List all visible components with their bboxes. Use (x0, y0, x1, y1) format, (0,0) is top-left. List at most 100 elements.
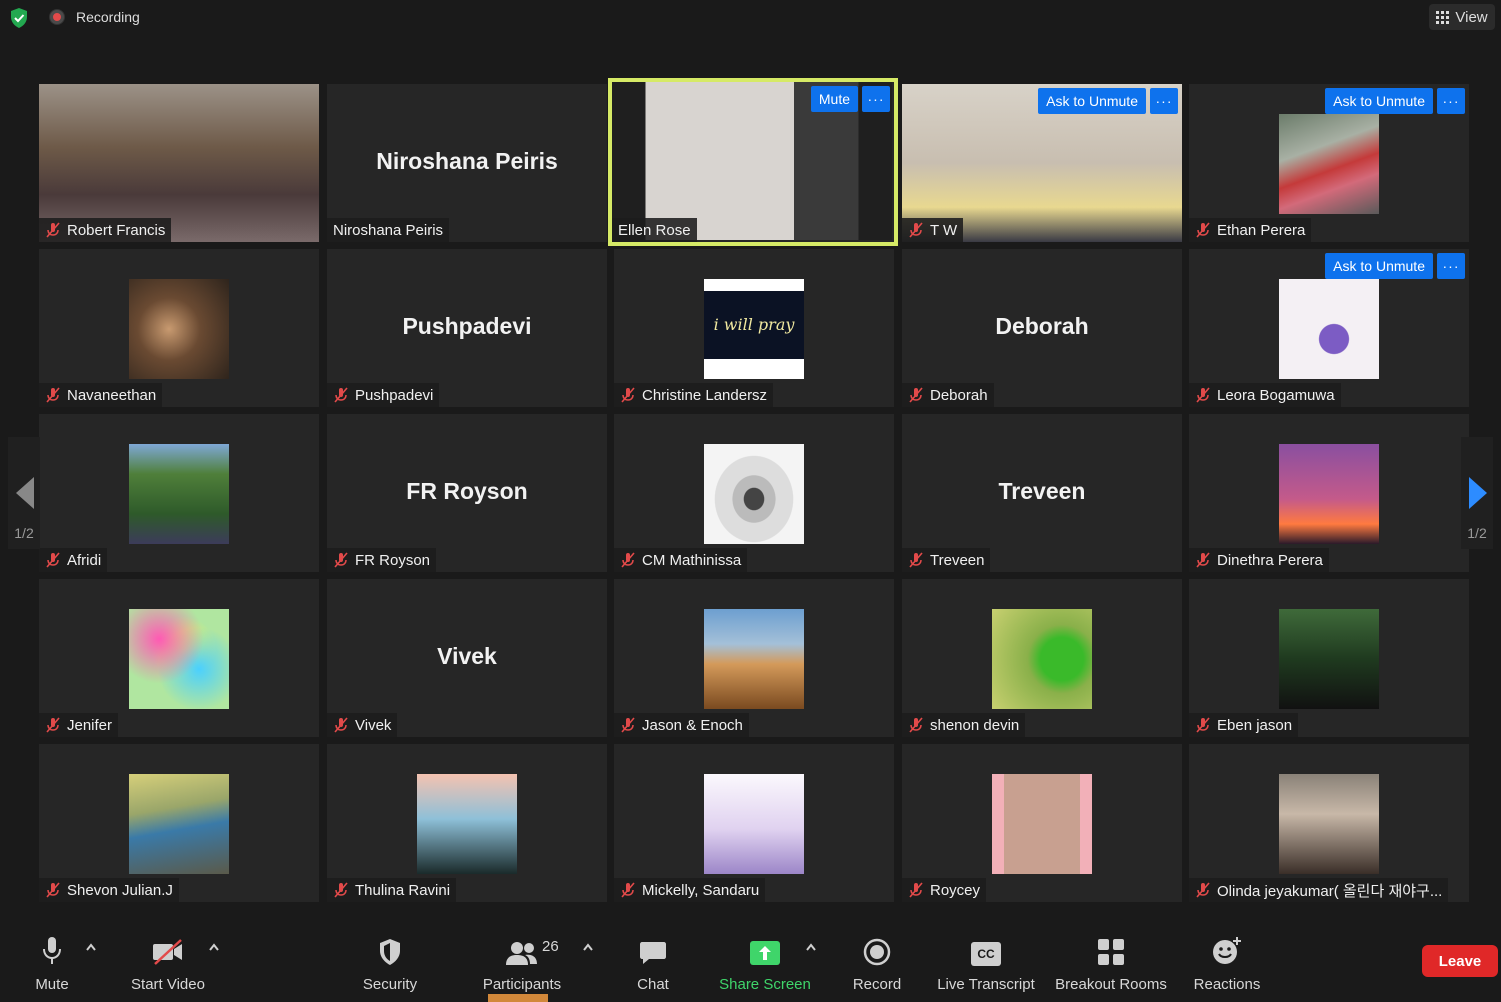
participant-tile[interactable]: T W Ask to Unmute ··· (902, 84, 1182, 242)
participant-tile[interactable]: Ellen Rose Mute ··· (608, 78, 898, 246)
participant-name-label: T W (902, 218, 964, 242)
more-options-button[interactable]: ··· (1437, 88, 1465, 114)
participant-tile[interactable]: Leora Bogamuwa Ask to Unmute ··· (1189, 249, 1469, 407)
video-options-caret-icon[interactable] (208, 942, 220, 952)
microphone-icon (43, 937, 61, 964)
breakout-rooms-label: Breakout Rooms (1055, 976, 1167, 993)
participant-name-label: CM Mathinissa (614, 548, 748, 572)
participant-name: Robert Francis (67, 221, 166, 239)
participant-name: Pushpadevi (355, 386, 434, 404)
microphone-muted-icon (1196, 882, 1210, 898)
participant-tile[interactable]: Thulina Ravini (327, 744, 607, 902)
participant-avatar (417, 774, 517, 874)
participant-tile[interactable]: Dinethra Perera (1189, 414, 1469, 572)
ask-to-unmute-button[interactable]: Ask to Unmute (1038, 88, 1146, 114)
participant-avatar (129, 444, 229, 544)
participant-tile[interactable]: Treveen Treveen (902, 414, 1182, 572)
participant-tile[interactable]: i will pray Christine Landersz (614, 249, 894, 407)
participant-name-label: Ethan Perera (1189, 218, 1312, 242)
microphone-muted-icon (909, 222, 923, 238)
participant-tile[interactable]: Roycey (902, 744, 1182, 902)
microphone-muted-icon (334, 882, 348, 898)
participants-options-caret-icon[interactable] (582, 942, 594, 952)
participant-tile[interactable]: Afridi (39, 414, 319, 572)
microphone-muted-icon (334, 552, 348, 568)
microphone-muted-icon (334, 387, 348, 403)
previous-page-button[interactable]: 1/2 (8, 437, 40, 549)
grid-view-icon (1436, 10, 1450, 24)
start-video-button[interactable]: Start Video (126, 934, 210, 993)
security-button[interactable]: Security (360, 934, 420, 993)
participant-display-name: Deborah (995, 313, 1089, 339)
reactions-emoji-icon (1213, 937, 1241, 964)
next-page-button[interactable]: 1/2 (1461, 437, 1493, 549)
participant-avatar (992, 774, 1092, 874)
tile-actions: Ask to Unmute ··· (1038, 88, 1178, 114)
security-label: Security (362, 976, 418, 993)
microphone-muted-icon (621, 882, 635, 898)
participant-avatar (1279, 774, 1379, 874)
tile-actions: Mute ··· (810, 86, 890, 112)
participant-tile[interactable]: Niroshana Peiris Niroshana Peiris (327, 84, 607, 242)
participant-tile[interactable]: Olinda jeyakumar( 올린다 재야구... (1189, 744, 1469, 902)
participant-name: Ethan Perera (1217, 221, 1306, 239)
participant-name-label: Leora Bogamuwa (1189, 383, 1341, 407)
participant-tile[interactable]: Jason & Enoch (614, 579, 894, 737)
audio-options-caret-icon[interactable] (85, 942, 97, 952)
participant-name-label: Roycey (902, 878, 987, 902)
participant-tile[interactable]: Robert Francis (39, 84, 319, 242)
participant-tile[interactable]: Eben jason (1189, 579, 1469, 737)
participant-name: Mickelly, Sandaru (642, 881, 760, 899)
mute-button[interactable]: Mute (30, 934, 74, 993)
participant-name-label: Jason & Enoch (614, 713, 749, 737)
participant-tile[interactable]: Vivek Vivek (327, 579, 607, 737)
more-options-button[interactable]: ··· (862, 86, 890, 112)
reactions-button[interactable]: Reactions (1190, 934, 1264, 993)
participant-tile[interactable]: Deborah Deborah (902, 249, 1182, 407)
reactions-label: Reactions (1193, 976, 1261, 993)
participant-name: Thulina Ravini (355, 881, 451, 899)
more-options-button[interactable]: ··· (1150, 88, 1178, 114)
share-screen-button[interactable]: Share Screen (718, 934, 812, 993)
microphone-muted-icon (334, 717, 348, 733)
microphone-muted-icon (621, 717, 635, 733)
security-shield-icon[interactable] (9, 7, 29, 29)
participant-name: T W (930, 221, 958, 239)
mute-participant-button[interactable]: Mute (810, 86, 858, 112)
participant-tile[interactable]: Shevon Julian.J (39, 744, 319, 902)
ask-to-unmute-button[interactable]: Ask to Unmute (1325, 253, 1433, 279)
microphone-muted-icon (46, 222, 60, 238)
more-options-button[interactable]: ··· (1437, 253, 1465, 279)
participant-name: Jenifer (67, 716, 113, 734)
participant-tile[interactable]: Mickelly, Sandaru (614, 744, 894, 902)
participant-name-label: FR Royson (327, 548, 437, 572)
participant-tile[interactable]: Navaneethan (39, 249, 319, 407)
participant-tile[interactable]: FR Royson FR Royson (327, 414, 607, 572)
participant-name-label: Eben jason (1189, 713, 1299, 737)
ask-to-unmute-button[interactable]: Ask to Unmute (1325, 88, 1433, 114)
share-options-caret-icon[interactable] (805, 942, 817, 952)
participant-tile[interactable]: shenon devin (902, 579, 1182, 737)
participant-name-label: Robert Francis (39, 218, 172, 242)
participant-tile[interactable]: CM Mathinissa (614, 414, 894, 572)
leave-meeting-button[interactable]: Leave (1422, 945, 1498, 977)
participant-display-name: FR Royson (406, 478, 528, 504)
participant-tile[interactable]: Pushpadevi Pushpadevi (327, 249, 607, 407)
meeting-top-bar: Recording View (0, 0, 1501, 36)
breakout-rooms-button[interactable]: Breakout Rooms (1052, 934, 1170, 993)
view-button[interactable]: View (1429, 4, 1495, 30)
participant-name-label: Vivek (327, 713, 398, 737)
participant-name: FR Royson (355, 551, 431, 569)
share-screen-label: Share Screen (719, 976, 811, 993)
microphone-muted-icon (1196, 387, 1210, 403)
participant-tile[interactable]: Ethan Perera Ask to Unmute ··· (1189, 84, 1469, 242)
participant-name-label: Olinda jeyakumar( 올린다 재야구... (1189, 878, 1449, 902)
microphone-muted-icon (909, 717, 923, 733)
participant-tile[interactable]: Jenifer (39, 579, 319, 737)
recording-indicator[interactable]: Recording (50, 9, 140, 25)
participant-name-label: Navaneethan (39, 383, 163, 407)
participant-name: Ellen Rose (618, 221, 691, 239)
live-transcript-button[interactable]: CC Live Transcript (934, 934, 1038, 993)
chat-button[interactable]: Chat (628, 934, 678, 993)
record-button[interactable]: Record (850, 934, 904, 993)
